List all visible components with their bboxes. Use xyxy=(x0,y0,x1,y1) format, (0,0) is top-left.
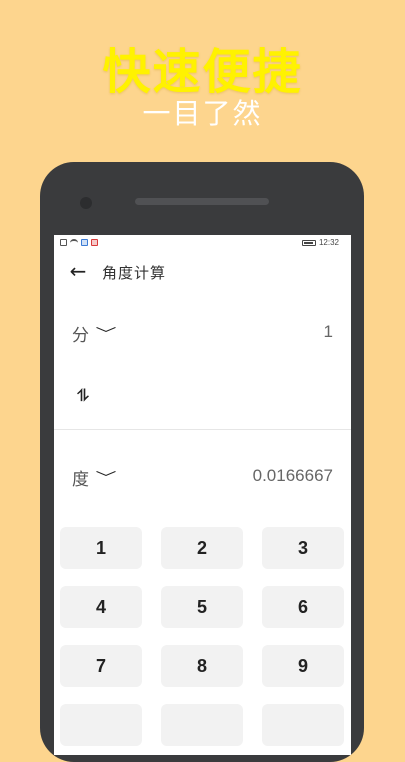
key-1[interactable]: 1 xyxy=(60,527,142,569)
divider xyxy=(54,429,351,430)
key-partial-middle[interactable] xyxy=(161,704,243,746)
speaker-grille xyxy=(135,198,269,205)
promo-subheadline: 一目了然 xyxy=(142,97,263,130)
key-7[interactable]: 7 xyxy=(60,645,142,687)
from-unit-label: 分 xyxy=(72,326,89,346)
swap-units-icon[interactable]: ⥮ xyxy=(70,383,96,409)
key-2[interactable]: 2 xyxy=(161,527,243,569)
phone-screen: 12:32 ← 角度计算 分 ﹀ 1 ⥮ 度 ﹀ 0.0166667 1 2 3… xyxy=(54,235,351,755)
key-9[interactable]: 9 xyxy=(262,645,344,687)
alert-notification-icon xyxy=(91,239,98,246)
status-icons xyxy=(60,239,98,246)
back-arrow-icon[interactable]: ← xyxy=(66,259,90,283)
battery-icon xyxy=(301,239,316,246)
phone-frame: 12:32 ← 角度计算 分 ﹀ 1 ⥮ 度 ﹀ 0.0166667 1 2 3… xyxy=(40,162,364,762)
from-unit-row: 分 ﹀ 1 xyxy=(54,313,351,353)
wifi-icon xyxy=(70,239,78,246)
chevron-down-icon: ﹀ xyxy=(95,326,117,343)
to-unit-label: 度 xyxy=(72,470,89,490)
key-3[interactable]: 3 xyxy=(262,527,344,569)
status-bar: 12:32 xyxy=(54,235,351,253)
to-value-display: 0.0166667 xyxy=(252,466,333,485)
battery-level xyxy=(303,241,313,244)
status-time: 12:32 xyxy=(318,238,339,247)
key-partial-right[interactable] xyxy=(262,704,344,746)
key-4[interactable]: 4 xyxy=(60,586,142,628)
status-right: 12:32 xyxy=(301,238,339,247)
chevron-down-icon: ﹀ xyxy=(95,470,117,487)
app-bar: ← 角度计算 xyxy=(54,253,351,289)
key-6[interactable]: 6 xyxy=(262,586,344,628)
app-notification-icon xyxy=(81,239,88,246)
to-unit-dropdown[interactable]: 度 ﹀ xyxy=(72,465,117,490)
key-5[interactable]: 5 xyxy=(161,586,243,628)
key-partial-left[interactable] xyxy=(60,704,142,746)
to-unit-row: 度 ﹀ 0.0166667 xyxy=(54,457,351,497)
page-title: 角度计算 xyxy=(102,264,167,282)
key-8[interactable]: 8 xyxy=(161,645,243,687)
from-unit-dropdown[interactable]: 分 ﹀ xyxy=(72,321,117,346)
camera-icon xyxy=(80,197,92,209)
from-value-field[interactable]: 1 xyxy=(324,322,333,342)
notification-icon xyxy=(60,239,67,246)
